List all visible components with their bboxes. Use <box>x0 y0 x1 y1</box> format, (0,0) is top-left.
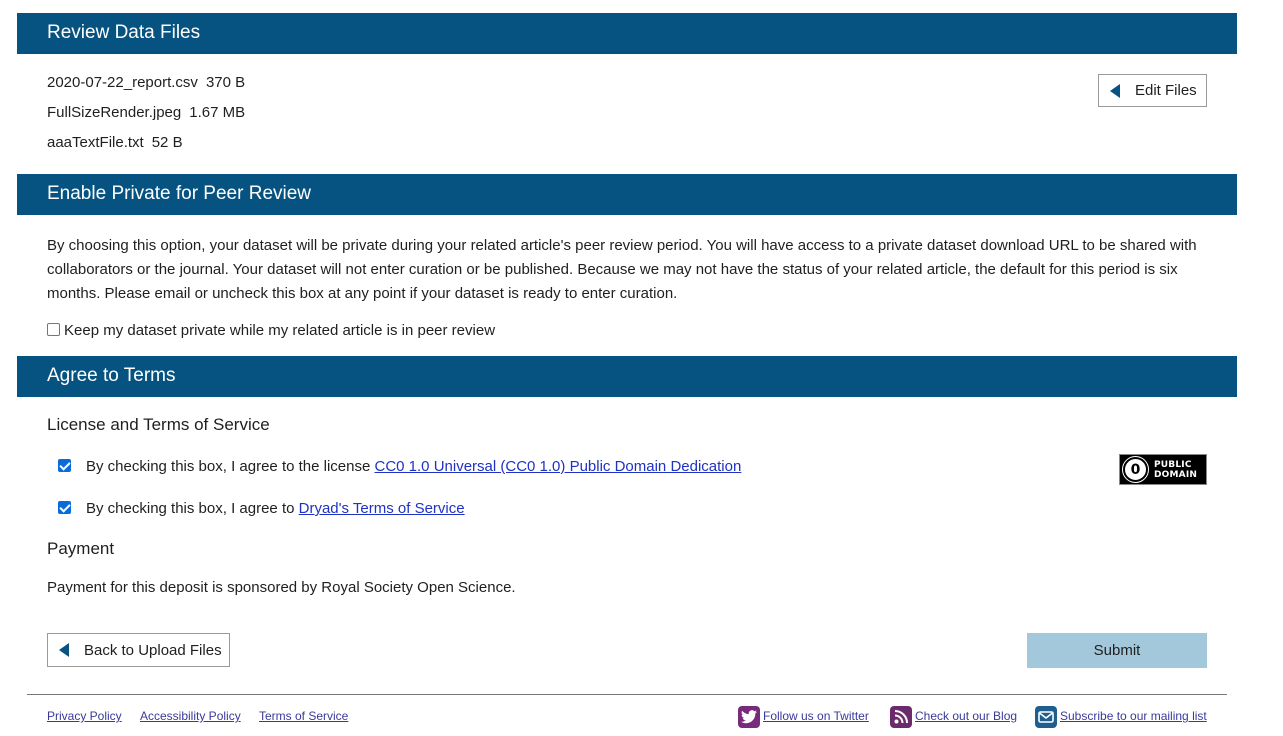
tos-checkbox[interactable] <box>58 501 71 514</box>
agree-terms-header: Agree to Terms <box>17 356 1237 397</box>
submit-button[interactable]: Submit <box>1027 633 1207 668</box>
peer-review-checkbox-label: Keep my dataset private while my related… <box>64 322 496 339</box>
cc0-icon: 0 <box>1122 456 1149 483</box>
public-domain-text: PUBLIC DOMAIN <box>1154 460 1197 480</box>
tos-agreement-text: By checking this box, I agree to Dryad's… <box>86 500 465 517</box>
payment-text: Payment for this deposit is sponsored by… <box>47 579 516 596</box>
file-size: 1.67 MB <box>189 104 246 121</box>
back-arrow-icon <box>59 643 69 657</box>
file-item: 2020-07-22_report.csv 370 B <box>47 74 245 91</box>
badge-line-1: PUBLIC <box>1154 459 1192 470</box>
file-name: aaaTextFile.txt <box>47 134 144 151</box>
public-domain-badge: 0 PUBLIC DOMAIN <box>1119 454 1207 485</box>
twitter-icon[interactable] <box>738 706 760 728</box>
twitter-link[interactable]: Follow us on Twitter <box>763 709 869 723</box>
payment-heading: Payment <box>47 539 115 558</box>
accessibility-policy-link[interactable]: Accessibility Policy <box>140 709 241 723</box>
file-name: 2020-07-22_report.csv <box>47 74 198 91</box>
edit-files-label: Edit Files <box>1135 82 1197 99</box>
license-agreement-text: By checking this box, I agree to the lic… <box>86 458 741 475</box>
mailing-list-link[interactable]: Subscribe to our mailing list <box>1060 709 1207 723</box>
file-size: 370 B <box>205 74 246 91</box>
license-prefix: By checking this box, I agree to the lic… <box>86 458 375 475</box>
back-to-upload-label: Back to Upload Files <box>84 641 222 659</box>
mail-icon[interactable] <box>1035 706 1057 728</box>
back-arrow-icon <box>1110 83 1120 98</box>
license-link[interactable]: CC0 1.0 Universal (CC0 1.0) Public Domai… <box>375 458 742 475</box>
license-heading: License and Terms of Service <box>47 415 270 434</box>
peer-review-description: By choosing this option, your dataset wi… <box>47 237 1197 302</box>
license-checkbox[interactable] <box>58 459 71 472</box>
file-size: 52 B <box>151 134 183 151</box>
file-name: FullSizeRender.jpeg <box>47 104 182 121</box>
badge-line-2: DOMAIN <box>1154 469 1198 480</box>
peer-review-header: Enable Private for Peer Review <box>17 174 1237 215</box>
footer-divider <box>27 694 1227 695</box>
terms-of-service-link[interactable]: Terms of Service <box>259 709 348 723</box>
tos-prefix: By checking this box, I agree to <box>86 500 299 517</box>
file-item: FullSizeRender.jpeg 1.67 MB <box>47 104 245 121</box>
rss-icon[interactable] <box>890 706 912 728</box>
review-files-header: Review Data Files <box>17 13 1237 54</box>
edit-files-button[interactable]: Edit Files <box>1098 74 1207 107</box>
file-item: aaaTextFile.txt 52 B <box>47 134 183 151</box>
privacy-policy-link[interactable]: Privacy Policy <box>47 709 122 723</box>
tos-link[interactable]: Dryad's Terms of Service <box>299 500 465 517</box>
back-to-upload-button[interactable]: Back to Upload Files <box>47 633 230 667</box>
blog-link[interactable]: Check out our Blog <box>915 709 1017 723</box>
peer-review-checkbox[interactable] <box>47 323 60 336</box>
